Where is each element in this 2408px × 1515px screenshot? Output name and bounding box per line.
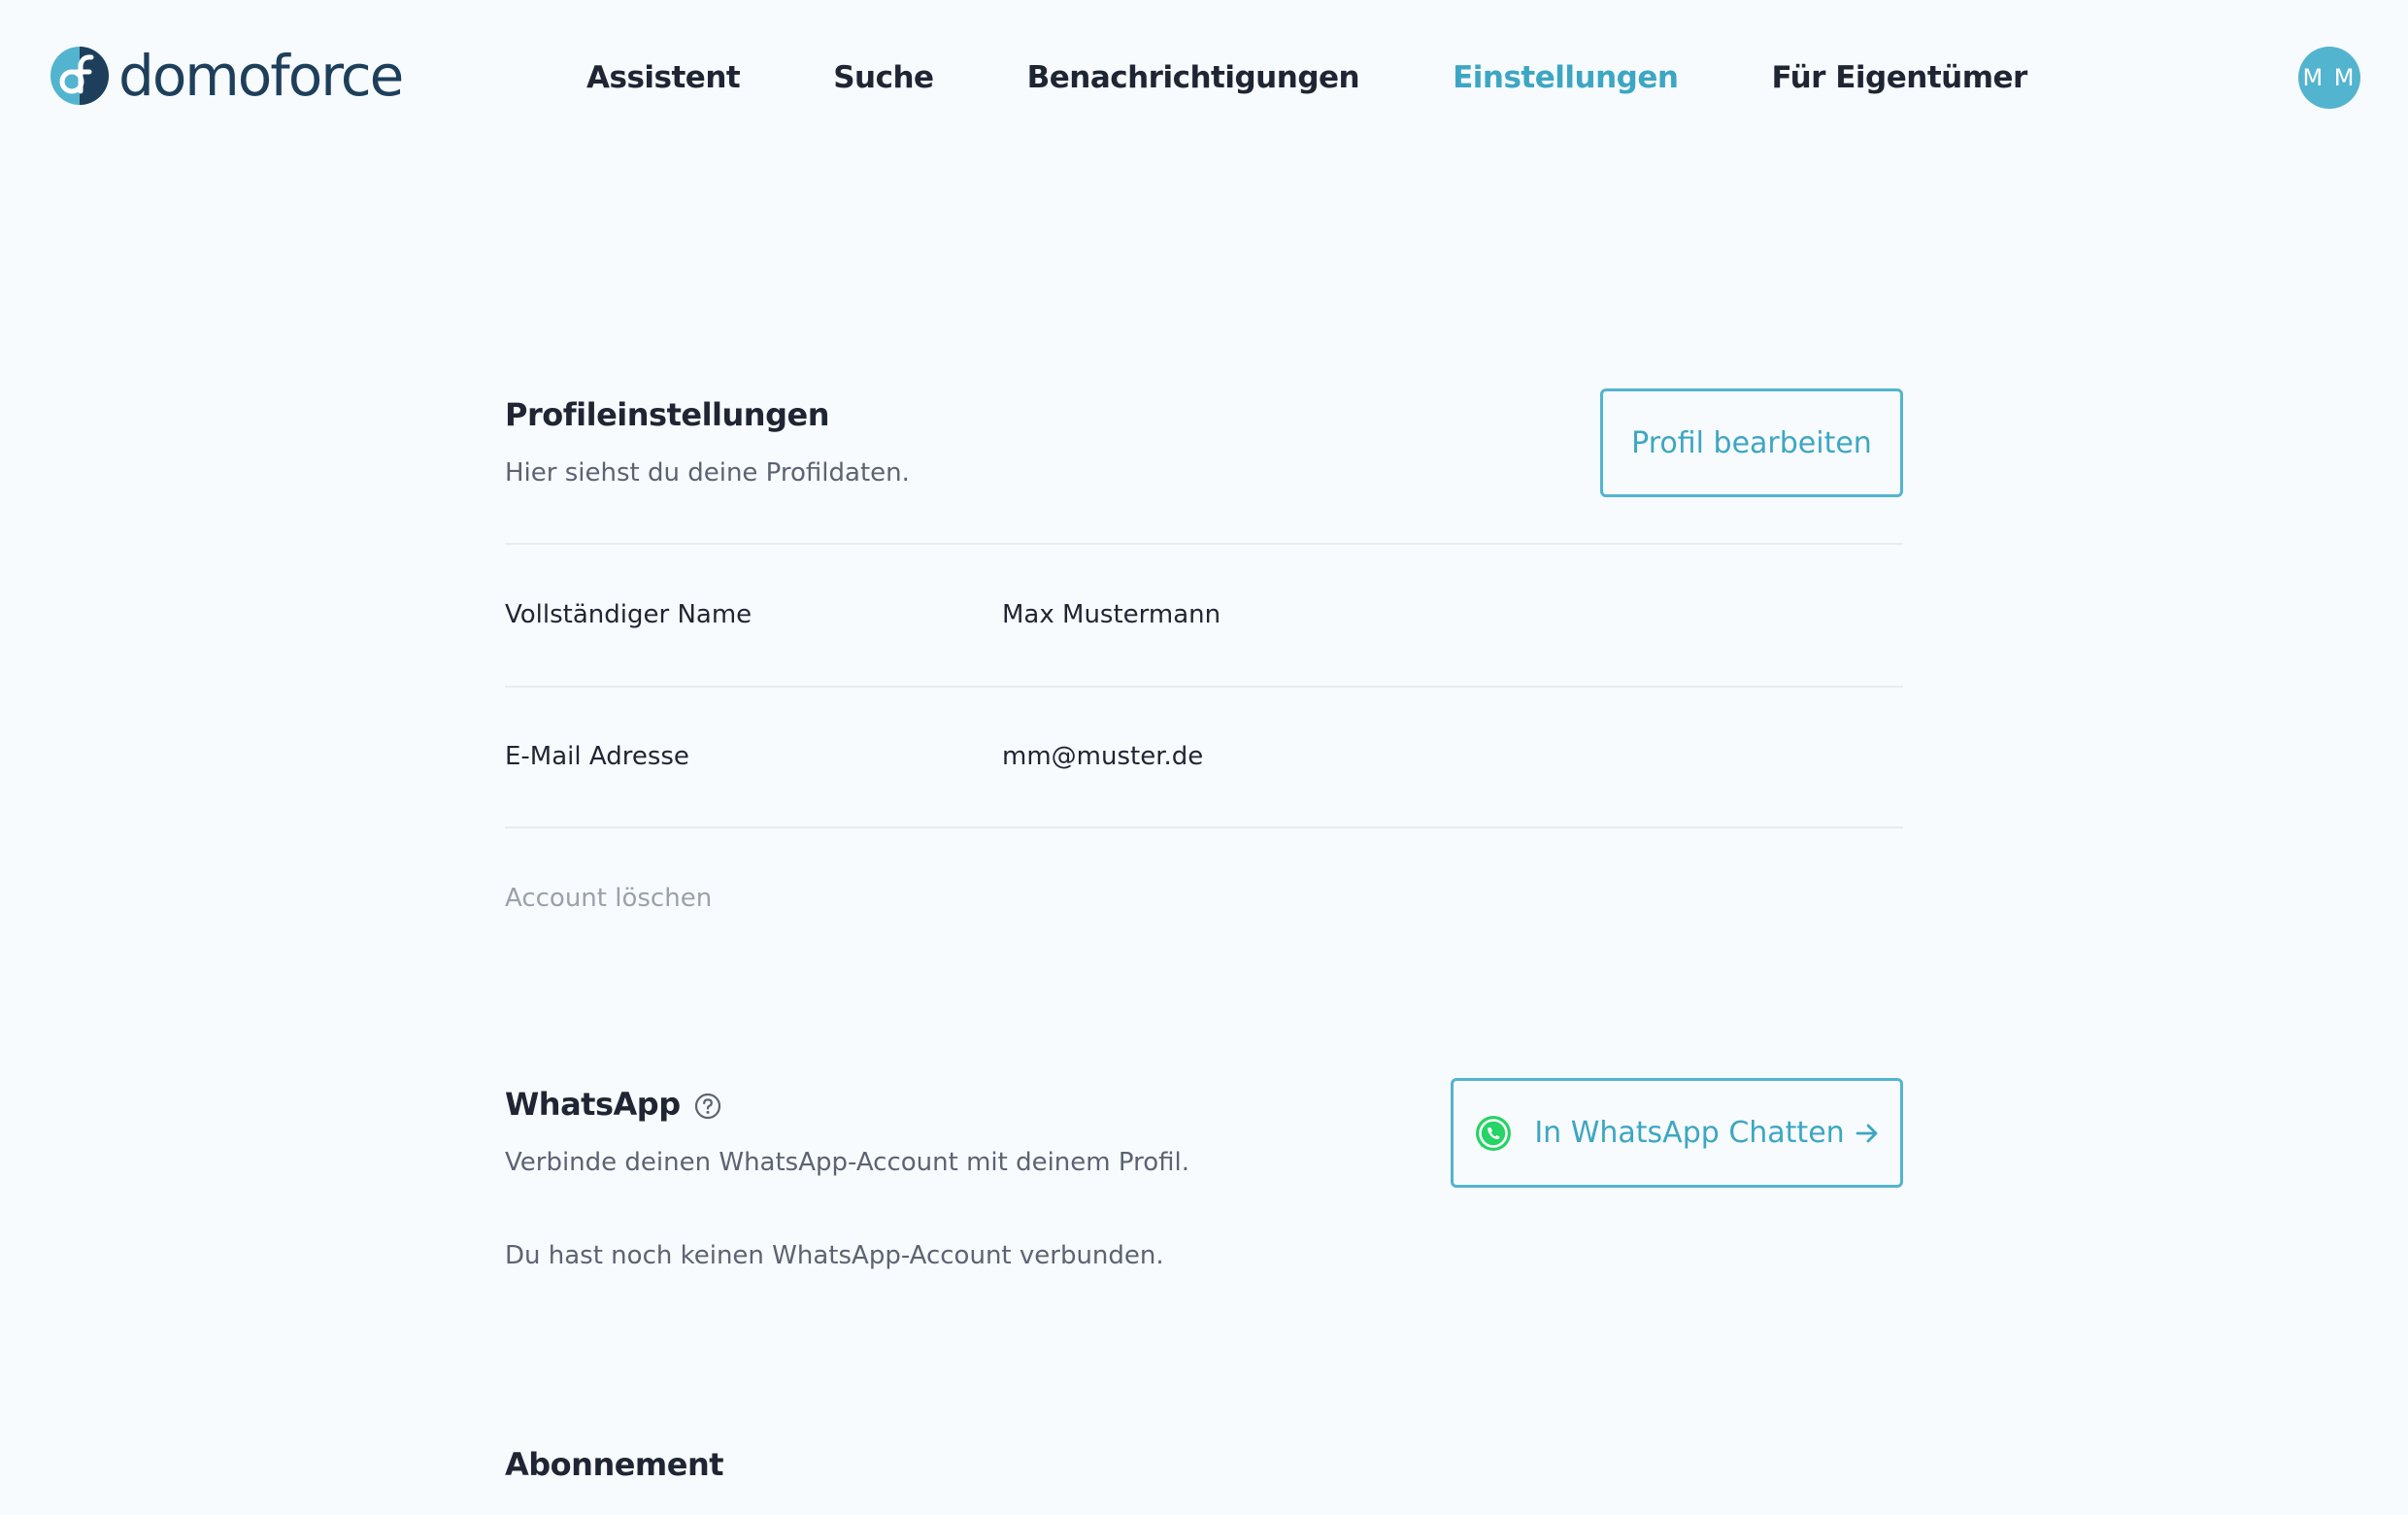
question-circle-icon[interactable] [694, 1093, 721, 1120]
whatsapp-section-title: WhatsApp [505, 1086, 721, 1123]
logo-wordmark: domoforce [118, 43, 404, 109]
whatsapp-chat-button-label: In WhatsApp Chatten [1534, 1116, 1845, 1150]
full-name-value: Max Mustermann [1002, 600, 1221, 629]
nav-item-fuer-eigentuemer[interactable]: Für Eigentümer [1771, 60, 2027, 95]
profile-divider-bottom [505, 826, 1903, 828]
email-label: E-Mail Adresse [505, 742, 689, 771]
delete-account-link[interactable]: Account löschen [505, 884, 712, 913]
whatsapp-title-text: WhatsApp [505, 1086, 681, 1123]
whatsapp-icon [1476, 1115, 1512, 1151]
top-navigation-bar: domoforce Assistent Suche Benachrichtigu… [0, 0, 2408, 157]
nav-item-assistent[interactable]: Assistent [586, 60, 741, 95]
nav-item-benachrichtigungen[interactable]: Benachrichtigungen [1027, 60, 1360, 95]
profile-divider-top [505, 543, 1903, 545]
subscription-section-title: Abonnement [505, 1446, 724, 1483]
whatsapp-section-description: Verbinde deinen WhatsApp-Account mit dei… [505, 1148, 1189, 1177]
edit-profile-button[interactable]: Profil bearbeiten [1600, 388, 1903, 497]
arrow-right-icon [1856, 1124, 1878, 1142]
whatsapp-connection-status: Du hast noch keinen WhatsApp-Account ver… [505, 1241, 1164, 1270]
profile-section-description: Hier siehst du deine Profildaten. [505, 458, 910, 488]
domoforce-logo-icon [50, 47, 109, 105]
profile-section-title: Profileinstellungen [505, 396, 829, 433]
main-nav: Assistent Suche Benachrichtigungen Einst… [586, 54, 2027, 101]
user-avatar[interactable]: M M [2298, 47, 2360, 109]
domoforce-logo[interactable]: domoforce [49, 43, 404, 109]
nav-item-einstellungen[interactable]: Einstellungen [1453, 60, 1679, 95]
nav-item-suche[interactable]: Suche [833, 60, 934, 95]
whatsapp-chat-button[interactable]: In WhatsApp Chatten [1451, 1078, 1903, 1188]
full-name-label: Vollständiger Name [505, 600, 752, 629]
profile-divider-middle [505, 686, 1903, 688]
email-value: mm@muster.de [1002, 742, 1204, 771]
